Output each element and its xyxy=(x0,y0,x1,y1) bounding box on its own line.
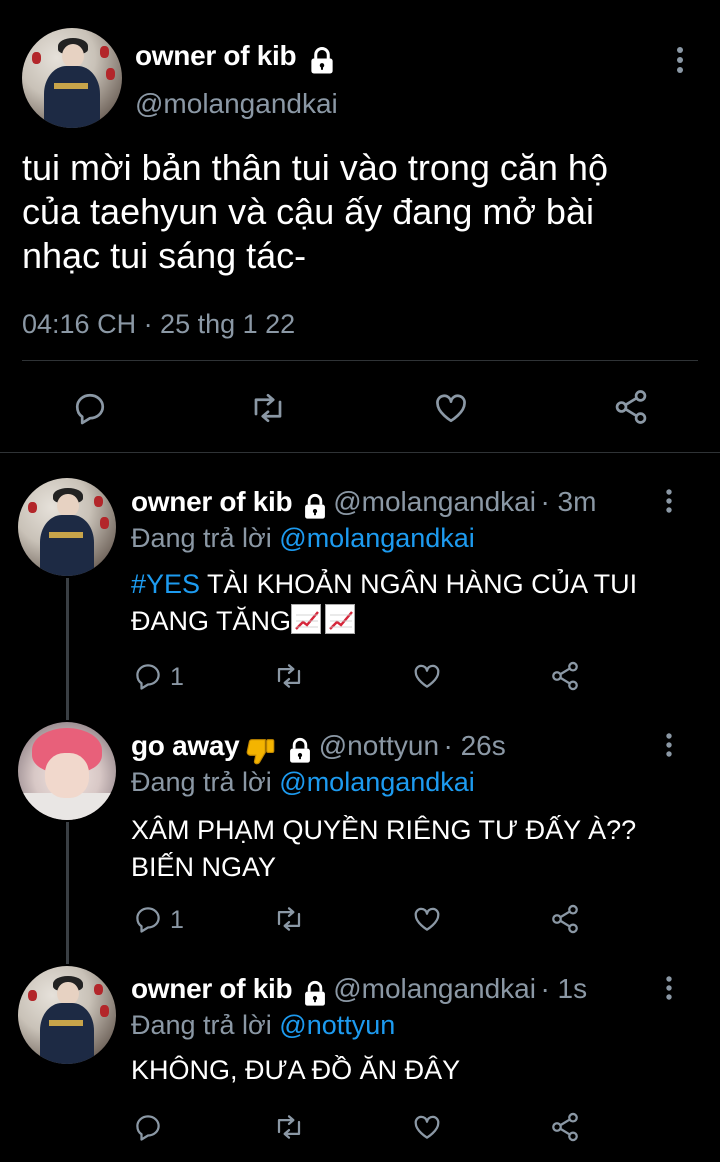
author-name[interactable]: owner of kib xyxy=(135,40,297,71)
hashtag-link[interactable]: #YES xyxy=(131,569,200,599)
reply-header: owner of kib @molangandkai · 3m xyxy=(131,486,596,521)
lock-icon xyxy=(307,46,337,76)
reply-icon[interactable] xyxy=(72,390,108,426)
author-handle[interactable]: @molangandkai xyxy=(333,973,536,1004)
avatar[interactable] xyxy=(22,28,122,128)
author-name[interactable]: go away xyxy=(131,730,240,761)
author-name[interactable]: owner of kib xyxy=(131,973,293,1004)
author-handle[interactable]: @nottyun xyxy=(319,730,439,761)
reply-icon[interactable] xyxy=(133,1112,163,1142)
reply-text: KHÔNG, ĐƯA ĐỒ ĂN ĐÂY xyxy=(131,1055,461,1085)
replying-to: Đang trả lời @molangandkai xyxy=(131,523,475,553)
share-icon[interactable] xyxy=(612,388,650,426)
more-vertical-icon[interactable] xyxy=(660,732,678,758)
reply-header: go away @nottyun · 26s xyxy=(131,730,506,768)
tweet-text: tui mời bản thân tui vào trong căn hộ củ… xyxy=(22,147,608,276)
mention-link[interactable]: @nottyun xyxy=(279,1010,395,1040)
retweet-icon[interactable] xyxy=(272,1112,306,1142)
thumbs-down-emoji xyxy=(244,734,278,768)
author-row: owner of kib xyxy=(135,40,337,76)
reply-header: owner of kib @molangandkai · 1s xyxy=(131,973,587,1008)
mention-link[interactable]: @molangandkai xyxy=(279,767,475,797)
reply-icon[interactable] xyxy=(133,661,163,691)
timestamp[interactable]: 04:16 CH · 25 thg 1 22 xyxy=(22,309,295,340)
author-handle[interactable]: @molangandkai xyxy=(135,88,338,120)
heart-icon[interactable] xyxy=(411,904,443,934)
share-icon[interactable] xyxy=(549,1111,581,1143)
author-handle[interactable]: @molangandkai xyxy=(333,486,536,517)
heart-icon[interactable] xyxy=(411,1112,443,1142)
lock-icon xyxy=(301,980,329,1008)
replying-to: Đang trả lời @nottyun xyxy=(131,1010,396,1040)
retweet-icon[interactable] xyxy=(272,904,306,934)
reply-count: 1 xyxy=(170,906,184,934)
replying-to: Đang trả lời @molangandkai xyxy=(131,767,475,797)
author-name[interactable]: owner of kib xyxy=(131,486,293,517)
lock-icon xyxy=(286,737,314,765)
reply-time: · 1s xyxy=(540,973,588,1004)
lock-icon xyxy=(301,493,329,521)
heart-icon[interactable] xyxy=(432,390,470,426)
avatar[interactable] xyxy=(18,966,116,1064)
avatar[interactable] xyxy=(18,478,116,576)
reply-text: XÂM PHẠM QUYỀN RIÊNG TƯ ĐẤY À?? BIẾN NGA… xyxy=(131,815,637,882)
more-vertical-icon[interactable] xyxy=(670,46,690,74)
retweet-icon[interactable] xyxy=(272,661,306,691)
reply-icon[interactable] xyxy=(133,904,163,934)
reply-text: #YES TÀI KHOẢN NGÂN HÀNG CỦA TUI ĐANG TĂ… xyxy=(131,569,638,636)
avatar[interactable] xyxy=(18,722,116,820)
heart-icon[interactable] xyxy=(411,661,443,691)
reply-time: · 26s xyxy=(443,730,506,761)
more-vertical-icon[interactable] xyxy=(660,488,678,514)
share-icon[interactable] xyxy=(549,903,581,935)
mention-link[interactable]: @molangandkai xyxy=(279,523,475,553)
retweet-icon[interactable] xyxy=(248,390,288,426)
chart-increasing-emoji xyxy=(291,604,322,634)
reply-time: · 3m xyxy=(540,486,597,517)
share-icon[interactable] xyxy=(549,660,581,692)
reply-count: 1 xyxy=(170,663,184,691)
chart-increasing-emoji xyxy=(325,604,356,634)
more-vertical-icon[interactable] xyxy=(660,975,678,1001)
